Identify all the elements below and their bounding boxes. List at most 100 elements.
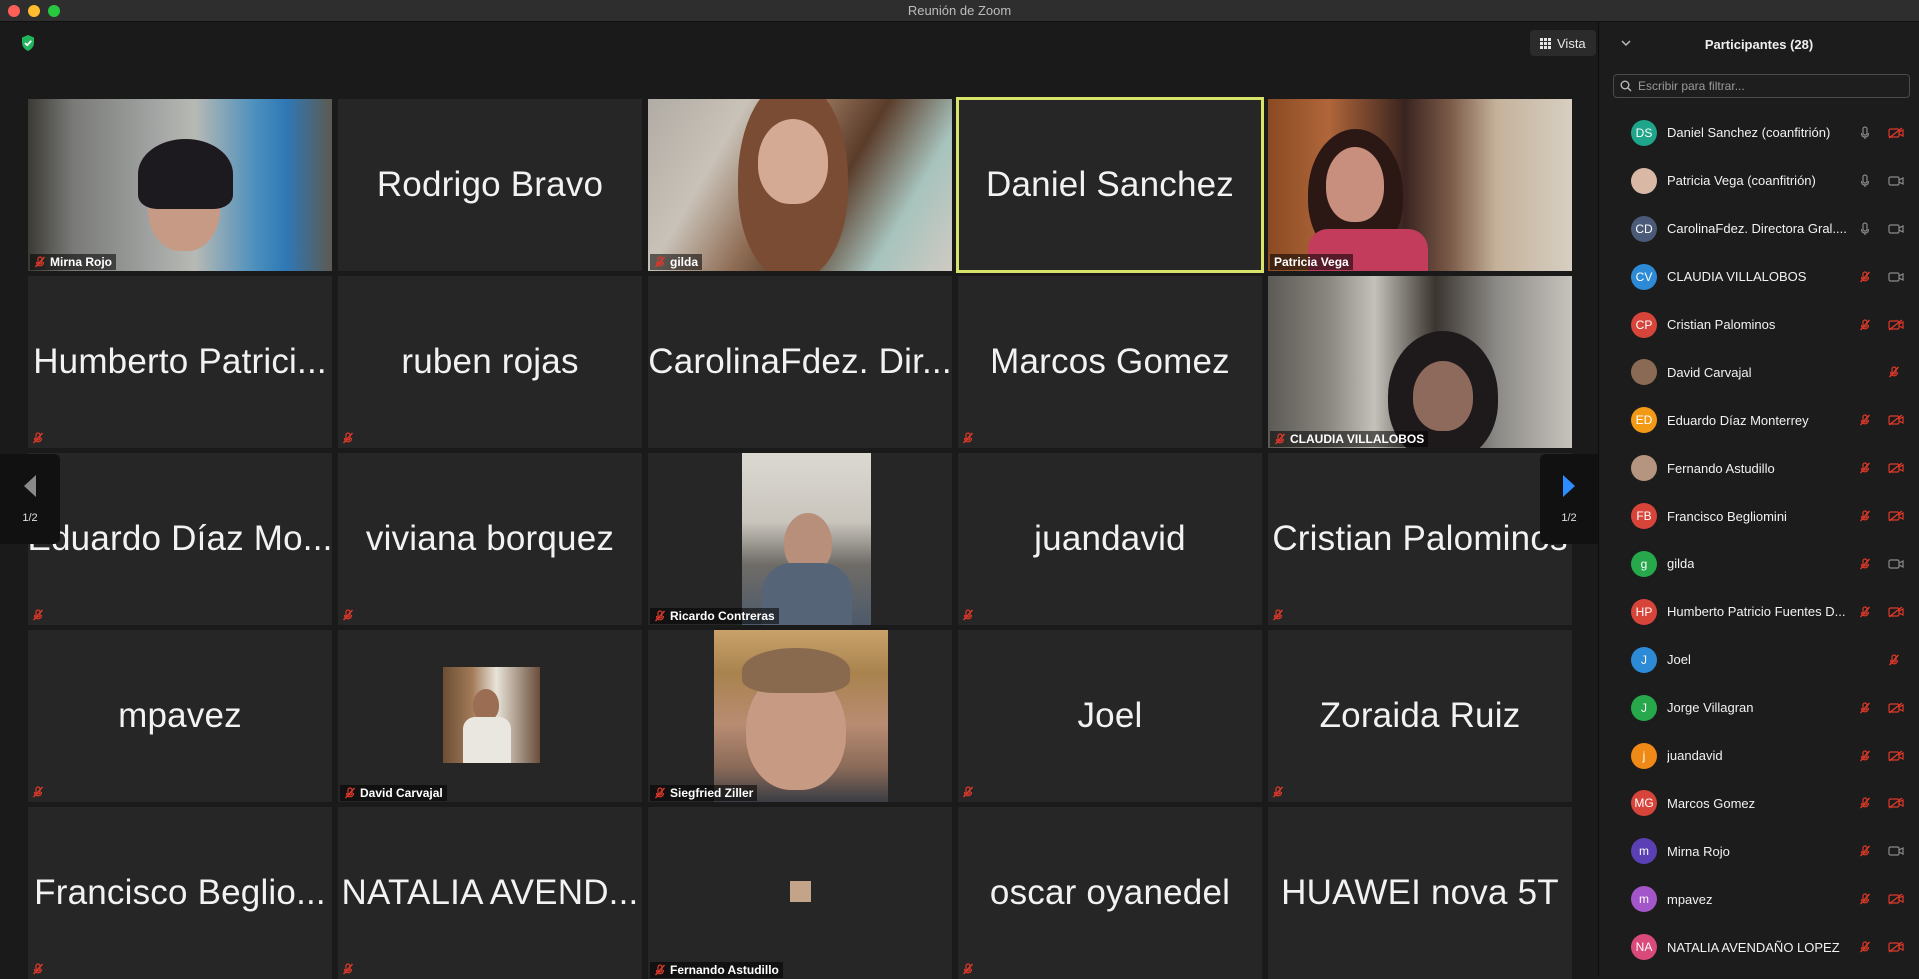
next-page-button[interactable]: 1/2	[1540, 454, 1598, 544]
video-tile[interactable]: David Carvajal	[338, 630, 642, 802]
video-tile[interactable]: Eduardo Díaz Mo...	[28, 453, 332, 625]
search-input[interactable]	[1638, 79, 1898, 93]
participant-name-display: Eduardo Díaz Mo...	[28, 519, 332, 558]
participant-row[interactable]: CP Cristian Palominos	[1599, 301, 1919, 349]
participant-row[interactable]: David Carvajal	[1599, 348, 1919, 396]
participant-row[interactable]: HP Humberto Patricio Fuentes D...	[1599, 588, 1919, 636]
video-tile[interactable]: Ricardo Contreras	[648, 453, 952, 625]
video-tile[interactable]: mpavez	[28, 630, 332, 802]
camera-off-icon	[1888, 126, 1904, 144]
avatar: ED	[1631, 407, 1657, 434]
avatar: MG	[1631, 790, 1657, 817]
view-button[interactable]: Vista	[1530, 30, 1596, 56]
mic-muted-icon	[654, 610, 666, 622]
mic-muted-icon	[1272, 609, 1284, 621]
mic-muted-icon	[1859, 844, 1871, 862]
previous-page-button[interactable]: 1/2	[0, 454, 60, 544]
video-tile[interactable]: Siegfried Ziller	[648, 630, 952, 802]
avatar: J	[1631, 646, 1657, 673]
window-title: Reunión de Zoom	[907, 3, 1012, 18]
participant-row[interactable]: CD CarolinaFdez. Directora Gral....	[1599, 205, 1919, 253]
mic-muted-icon	[342, 609, 354, 621]
mic-muted-icon	[1859, 796, 1871, 814]
video-tile[interactable]: Humberto Patrici...	[28, 276, 332, 448]
camera-off-icon	[1888, 605, 1904, 623]
page-indicator-left: 1/2	[22, 512, 38, 524]
video-tile[interactable]: Zoraida Ruiz	[1268, 630, 1572, 802]
avatar	[1631, 167, 1657, 194]
participant-name-display: CarolinaFdez. Dir...	[648, 342, 952, 381]
participant-name-text: gilda	[670, 255, 699, 269]
participant-name-display: Joel	[1077, 696, 1143, 735]
participant-name-text: Fernando Astudillo	[670, 963, 779, 977]
participant-video	[1268, 99, 1572, 271]
participant-row[interactable]: J Joel	[1599, 636, 1919, 684]
participant-name-label: Siegfried Ziller	[650, 785, 758, 801]
mic-muted-icon	[1859, 509, 1871, 527]
avatar: CP	[1631, 311, 1657, 338]
participant-row[interactable]: j juandavid	[1599, 732, 1919, 780]
video-tile[interactable]: CLAUDIA VILLALOBOS	[1268, 276, 1572, 448]
shield-icon[interactable]	[20, 34, 36, 52]
participant-name-text: Mirna Rojo	[50, 255, 112, 269]
mic-muted-icon	[32, 609, 44, 621]
participant-row[interactable]: J Jorge Villagran	[1599, 684, 1919, 732]
video-tile[interactable]: Francisco Beglio...	[28, 807, 332, 979]
video-tile[interactable]: Joel	[958, 630, 1262, 802]
avatar: FB	[1631, 503, 1657, 530]
video-tile[interactable]: CarolinaFdez. Dir...	[648, 276, 952, 448]
participant-row[interactable]: Patricia Vega (coanfitrión)	[1599, 157, 1919, 205]
arrow-right-icon	[1563, 475, 1575, 497]
video-tile[interactable]: HUAWEI nova 5T	[1268, 807, 1572, 979]
avatar: j	[1631, 742, 1657, 769]
video-tile[interactable]: Rodrigo Bravo	[338, 99, 642, 271]
participant-row[interactable]: MG Marcos Gomez	[1599, 779, 1919, 827]
window-controls	[8, 5, 60, 17]
mic-muted-icon	[1859, 557, 1871, 575]
participant-row[interactable]: g gilda	[1599, 540, 1919, 588]
avatar: CV	[1631, 263, 1657, 290]
video-tile[interactable]: gilda	[648, 99, 952, 271]
video-tile[interactable]: Daniel Sanchez	[956, 97, 1264, 273]
participant-row[interactable]: NA NATALIA AVENDAÑO LOPEZ	[1599, 923, 1919, 971]
video-tile[interactable]: Mirna Rojo	[28, 99, 332, 271]
video-tile[interactable]: Fernando Astudillo	[648, 807, 952, 979]
participant-row[interactable]: CV CLAUDIA VILLALOBOS	[1599, 253, 1919, 301]
mic-muted-icon	[32, 432, 44, 444]
participant-search[interactable]	[1613, 74, 1910, 98]
video-tile[interactable]: juandavid	[958, 453, 1262, 625]
video-tile[interactable]: oscar oyanedel	[958, 807, 1262, 979]
participant-name: juandavid	[1667, 748, 1723, 764]
video-tile[interactable]: Patricia Vega	[1268, 99, 1572, 271]
chevron-down-icon[interactable]	[1621, 36, 1631, 51]
participant-name-display: ruben rojas	[401, 342, 579, 381]
participant-row[interactable]: m mpavez	[1599, 875, 1919, 923]
minimize-window-button[interactable]	[28, 5, 40, 17]
mic-muted-icon	[1859, 318, 1871, 336]
participant-video	[742, 453, 871, 625]
mic-muted-icon	[34, 256, 46, 268]
participant-row[interactable]: m Mirna Rojo	[1599, 827, 1919, 875]
participant-name-display: HUAWEI nova 5T	[1281, 873, 1559, 912]
video-tile[interactable]: NATALIA AVEND...	[338, 807, 642, 979]
video-tile[interactable]: Marcos Gomez	[958, 276, 1262, 448]
mic-muted-icon	[654, 964, 666, 976]
camera-icon	[1888, 557, 1904, 575]
participant-name: Joel	[1667, 652, 1691, 668]
video-tile[interactable]: ruben rojas	[338, 276, 642, 448]
participant-row[interactable]: ED Eduardo Díaz Monterrey	[1599, 396, 1919, 444]
video-tile[interactable]: viviana borquez	[338, 453, 642, 625]
close-window-button[interactable]	[8, 5, 20, 17]
participant-row[interactable]: Fernando Astudillo	[1599, 444, 1919, 492]
participant-name-display: NATALIA AVEND...	[341, 873, 639, 912]
participant-name-display: Francisco Beglio...	[34, 873, 326, 912]
participant-video	[790, 881, 811, 902]
maximize-window-button[interactable]	[48, 5, 60, 17]
participant-row[interactable]: DS Daniel Sanchez (coanfitrión)	[1599, 109, 1919, 157]
participant-row[interactable]: FB Francisco Begliomini	[1599, 492, 1919, 540]
mic-muted-icon	[1859, 892, 1871, 910]
video-tile[interactable]: Cristian Palominos	[1268, 453, 1572, 625]
participant-name-display: Marcos Gomez	[990, 342, 1230, 381]
participant-name-label: CLAUDIA VILLALOBOS	[1270, 431, 1429, 447]
participant-name-display: Cristian Palominos	[1272, 519, 1568, 558]
